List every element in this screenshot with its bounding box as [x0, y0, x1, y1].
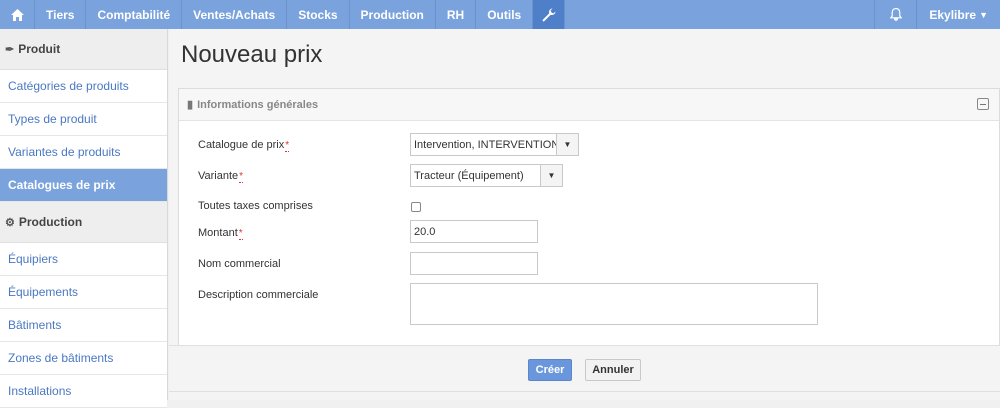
ttc-label: Toutes taxes comprises: [198, 200, 313, 212]
sidebar-item-equipements[interactable]: Équipements: [0, 276, 167, 309]
sidebar-item-categories-produits[interactable]: Catégories de produits: [0, 70, 167, 103]
sidebar-item-catalogues-prix[interactable]: Catalogues de prix: [0, 169, 167, 202]
catalogue-value: Intervention, INTERVENTION: [414, 138, 556, 151]
chevron-down-icon[interactable]: ▼: [556, 134, 578, 155]
book-icon: ▮: [187, 99, 194, 111]
nav-comptabilite[interactable]: Comptabilité: [86, 0, 183, 29]
sidebar-item-equipiers[interactable]: Équipiers: [0, 243, 167, 276]
catalogue-label: Catalogue de prix*: [198, 139, 290, 152]
description-textarea[interactable]: [410, 283, 818, 325]
panel-header: ▮ Informations générales: [179, 89, 999, 121]
bell-icon: [889, 8, 902, 21]
required-mark: *: [238, 228, 243, 240]
general-info-panel: ▮ Informations générales Catalogue de pr…: [178, 88, 1000, 365]
nom-commercial-input[interactable]: [410, 252, 538, 275]
sidebar-section-production: ⚙ Production: [0, 202, 167, 243]
wrench-icon: [542, 8, 556, 21]
variante-value: Tracteur (Équipement): [414, 169, 524, 182]
user-name: Ekylibre: [929, 7, 977, 22]
divider: [169, 391, 1000, 392]
nav-tiers[interactable]: Tiers: [35, 0, 87, 29]
description-label: Description commerciale: [198, 289, 319, 301]
caret-down-icon: ▼: [979, 9, 988, 20]
catalogue-label-text: Catalogue de prix: [198, 139, 285, 151]
sidebar-item-types-produit[interactable]: Types de produit: [0, 103, 167, 136]
top-navbar: Tiers Comptabilité Ventes/Achats Stocks …: [0, 0, 1000, 29]
nav-ventes-achats[interactable]: Ventes/Achats: [182, 0, 288, 29]
nav-rh[interactable]: RH: [436, 0, 477, 29]
cancel-button[interactable]: Annuler: [585, 359, 641, 381]
notifications-button[interactable]: [874, 0, 916, 29]
user-menu[interactable]: Ekylibre ▼: [916, 0, 1000, 29]
ttc-checkbox[interactable]: [411, 202, 421, 212]
montant-label-text: Montant: [198, 227, 238, 239]
sidebar-section-title: Production: [18, 215, 83, 229]
variante-label: Variante*: [198, 170, 244, 183]
montant-label: Montant*: [198, 227, 243, 240]
required-mark: *: [285, 140, 290, 152]
sidebar: ✒ Produit Catégories de produits Types d…: [0, 29, 168, 408]
collapse-button[interactable]: [977, 98, 989, 110]
nav-settings[interactable]: [533, 0, 566, 29]
nav-home[interactable]: [0, 0, 35, 29]
catalogue-select[interactable]: Intervention, INTERVENTION ▼: [410, 133, 579, 156]
nom-commercial-label: Nom commercial: [198, 258, 281, 270]
chevron-down-icon[interactable]: ▼: [540, 165, 562, 186]
nav-outils[interactable]: Outils: [476, 0, 534, 29]
panel-title: Informations générales: [197, 98, 319, 111]
gears-icon: ⚙: [5, 216, 15, 229]
variante-select[interactable]: Tracteur (Équipement) ▼: [410, 164, 563, 187]
nav-production[interactable]: Production: [350, 0, 436, 29]
variante-label-text: Variante: [198, 170, 239, 182]
montant-input[interactable]: 20.0: [410, 220, 538, 243]
sidebar-section-produit: ✒ Produit: [0, 29, 167, 70]
sidebar-item-installations[interactable]: Installations: [0, 375, 167, 408]
feather-icon: ✒: [5, 43, 15, 56]
sidebar-section-title: Produit: [18, 42, 61, 56]
required-mark: *: [239, 171, 244, 183]
main-content: Nouveau prix ▮ Informations générales Ca…: [169, 29, 1000, 400]
home-icon: [10, 8, 24, 21]
nav-stocks[interactable]: Stocks: [287, 0, 350, 29]
sidebar-item-zones-batiments[interactable]: Zones de bâtiments: [0, 342, 167, 375]
sidebar-item-variantes-produits[interactable]: Variantes de produits: [0, 136, 167, 169]
sidebar-item-batiments[interactable]: Bâtiments: [0, 309, 167, 342]
create-button[interactable]: Créer: [528, 359, 572, 381]
page-title: Nouveau prix: [181, 41, 323, 68]
